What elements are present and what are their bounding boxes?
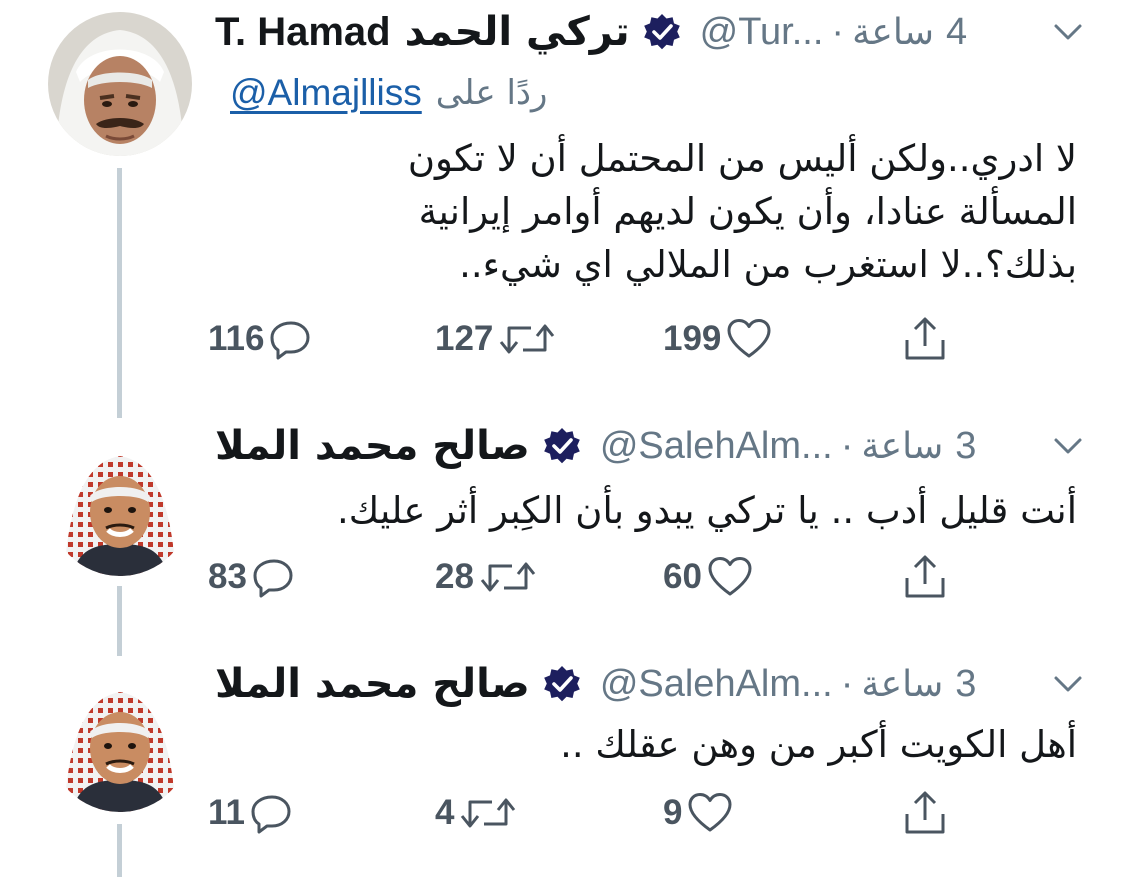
share-icon [905, 555, 945, 598]
retweet-button[interactable]: 28 [435, 552, 538, 602]
share-button[interactable] [902, 788, 948, 838]
tweet-header: صالح محمد الملا @SalehAlm... · ساعة 3 [215, 418, 1085, 474]
author-handle[interactable]: @SalehAlm... [600, 425, 833, 468]
timestamp-value[interactable]: 3 [955, 663, 976, 706]
heart-icon [727, 319, 771, 358]
separator-dot: · [831, 10, 845, 53]
reply-count: 11 [208, 793, 245, 832]
verified-badge-icon [544, 666, 580, 702]
tweet-header: T. Hamad تركي الحمد @Tur... · ساعة 4 [215, 4, 1085, 60]
tweet-text: أهل الكويت أكبر من وهن عقلك .. [560, 723, 1077, 766]
reply-to-link[interactable]: @Almajlliss [230, 72, 422, 114]
share-icon [905, 317, 945, 360]
retweet-icon [500, 324, 555, 354]
tweet[interactable]: صالح محمد الملا @SalehAlm... · ساعة 3 أه… [0, 648, 1125, 877]
reply-to-label: ردًا على [435, 73, 548, 113]
author-name-arabic[interactable]: صالح محمد الملا [215, 423, 530, 469]
separator-dot: · [840, 424, 854, 467]
author-handle[interactable]: @Tur... [700, 11, 824, 54]
share-button[interactable] [902, 314, 948, 364]
reply-button[interactable]: 83 [208, 552, 297, 602]
timestamp-unit[interactable]: ساعة [861, 426, 943, 467]
timestamp-unit[interactable]: ساعة [852, 12, 934, 53]
like-button[interactable]: 9 [663, 788, 734, 838]
author-name-latin[interactable]: T. Hamad [215, 10, 391, 55]
retweet-count: 127 [435, 319, 494, 358]
tweet-text: أنت قليل أدب .. يا تركي يبدو بأن الكِبر … [337, 489, 1077, 532]
timestamp-value[interactable]: 4 [946, 11, 967, 54]
retweet-button[interactable]: 4 [435, 788, 518, 838]
tweet-thread: T. Hamad تركي الحمد @Tur... · ساعة 4 @Al… [0, 0, 1125, 877]
like-count: 60 [663, 557, 702, 596]
separator-dot: · [840, 662, 854, 705]
tweet-actions: 11 4 9 [0, 788, 1125, 838]
retweet-count: 28 [435, 557, 474, 596]
heart-icon [708, 557, 752, 596]
author-name-arabic[interactable]: صالح محمد الملا [215, 661, 530, 707]
reply-icon [251, 795, 291, 834]
reply-count: 116 [208, 319, 265, 358]
tweet-actions: 116 127 199 [0, 314, 1125, 364]
like-button[interactable]: 199 [663, 314, 773, 364]
share-icon [905, 791, 945, 834]
avatar[interactable] [48, 12, 192, 156]
avatar-man-white-ghutra-icon [48, 12, 192, 156]
like-count: 9 [663, 793, 683, 832]
retweet-icon [480, 562, 536, 592]
reply-icon [253, 559, 293, 598]
thread-line [117, 168, 122, 418]
retweet-count: 4 [435, 793, 455, 832]
timestamp-unit[interactable]: ساعة [861, 664, 943, 705]
reply-button[interactable]: 116 [208, 314, 314, 364]
author-name-arabic[interactable]: تركي الحمد [405, 9, 630, 55]
retweet-icon [461, 798, 516, 828]
tweet-header: صالح محمد الملا @SalehAlm... · ساعة 3 [215, 656, 1085, 712]
tweet-text: لا ادري..ولكن أليس من المحتمل أن لا تكون… [407, 137, 1077, 286]
chevron-down-icon[interactable] [1051, 667, 1085, 701]
reply-count: 83 [208, 557, 247, 596]
like-count: 199 [663, 319, 722, 358]
chevron-down-icon[interactable] [1051, 15, 1085, 49]
tweet[interactable]: T. Hamad تركي الحمد @Tur... · ساعة 4 @Al… [0, 0, 1125, 418]
reply-context: @Almajlliss ردًا على [230, 68, 547, 118]
reply-icon [270, 321, 310, 360]
author-handle[interactable]: @SalehAlm... [600, 663, 833, 706]
tweet-actions: 83 28 60 [0, 552, 1125, 602]
share-button[interactable] [902, 552, 948, 602]
verified-badge-icon [544, 428, 580, 464]
retweet-button[interactable]: 127 [435, 314, 557, 364]
heart-icon [688, 793, 732, 832]
verified-badge-icon [643, 14, 680, 50]
tweet[interactable]: صالح محمد الملا @SalehAlm... · ساعة 3 أن… [0, 410, 1125, 656]
timestamp-value[interactable]: 3 [955, 425, 976, 468]
like-button[interactable]: 60 [663, 552, 754, 602]
reply-button[interactable]: 11 [208, 788, 295, 838]
chevron-down-icon[interactable] [1051, 429, 1085, 463]
